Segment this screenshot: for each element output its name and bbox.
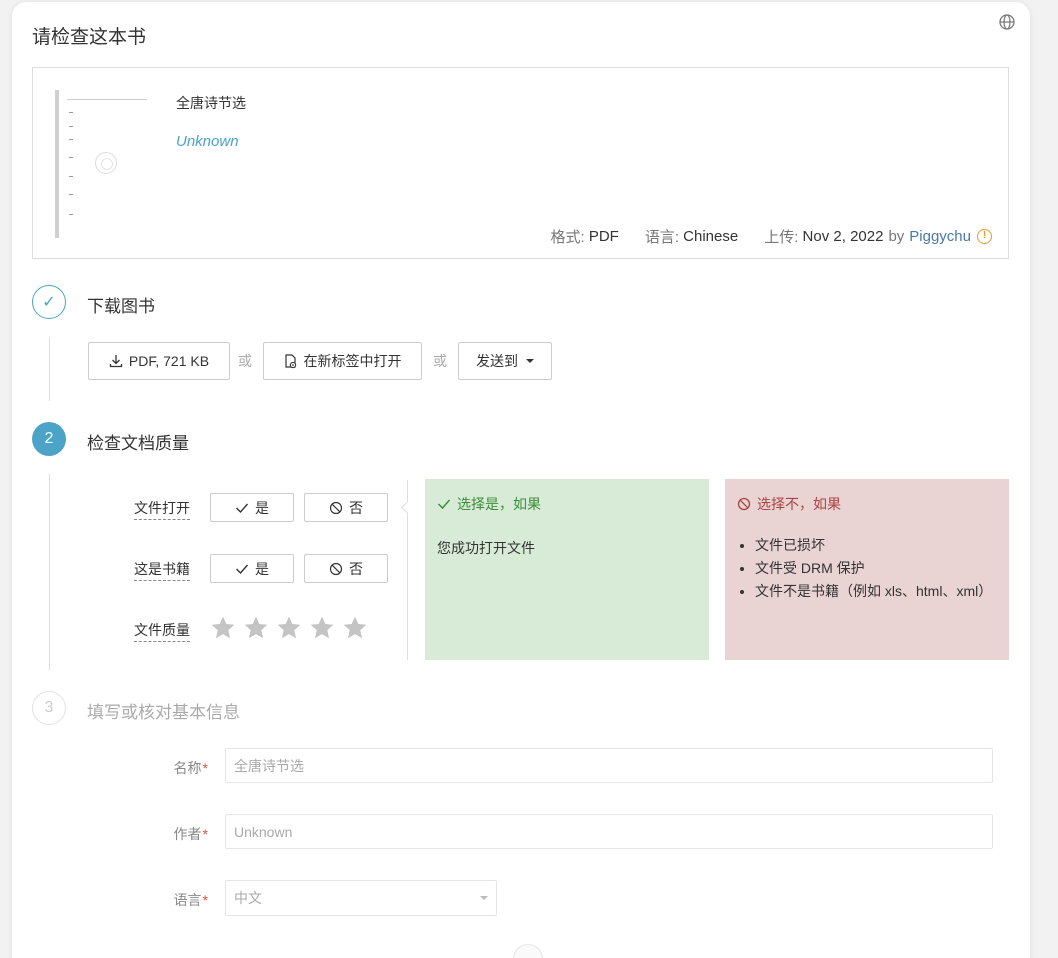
book-cover-thumbnail[interactable] — [53, 86, 153, 240]
book-author: Unknown — [176, 133, 239, 150]
name-input[interactable]: 全唐诗节选 — [225, 748, 993, 783]
language-label-text: 语言 — [173, 892, 202, 908]
name-label-text: 名称 — [173, 760, 202, 776]
check-icon — [236, 564, 249, 574]
step-2-number: 2 — [32, 422, 66, 456]
check-icon — [437, 499, 451, 510]
star-icon-5[interactable] — [342, 615, 368, 641]
language-field-label: 语言* — [140, 890, 208, 910]
no-reasons-list: 文件已损坏 文件受 DRM 保护 文件不是书籍（例如 xls、html、xml） — [737, 534, 997, 603]
quality-label: 文件质量 — [134, 620, 190, 642]
file-opens-yes-button[interactable]: 是 — [210, 493, 294, 522]
page-title: 请检查这本书 — [32, 27, 147, 48]
yes-label: 是 — [255, 560, 269, 577]
upload-label: 上传: — [764, 229, 799, 246]
file-view-icon — [284, 353, 296, 368]
step-2-line — [49, 474, 50, 670]
uploader-link[interactable]: Piggychu — [909, 228, 971, 245]
list-item: 文件已损坏 — [755, 534, 997, 557]
open-new-tab-label: 在新标签中打开 — [303, 353, 402, 369]
is-book-label: 这是书籍 — [134, 559, 190, 581]
or-label-2: 或 — [433, 353, 447, 369]
list-item: 文件受 DRM 保护 — [755, 557, 997, 580]
download-icon — [109, 355, 123, 368]
language-label: 语言: — [644, 229, 679, 246]
caret-down-icon — [526, 359, 534, 363]
is-book-yes-button[interactable]: 是 — [210, 554, 294, 583]
no-panel-heading-text: 选择不，如果 — [757, 496, 841, 512]
step-1-title: 下载图书 — [87, 297, 155, 316]
no-guidance-panel: 选择不，如果 文件已损坏 文件受 DRM 保护 文件不是书籍（例如 xls、ht… — [725, 479, 1009, 660]
yes-panel-heading: 选择是，如果 — [437, 494, 697, 514]
or-label-1: 或 — [238, 353, 252, 369]
globe-icon[interactable] — [998, 13, 1016, 31]
book-info-box: 全唐诗节选 Unknown 格式: PDF 语言: Chinese 上传: No… — [32, 67, 1009, 259]
star-icon-2[interactable] — [243, 615, 269, 641]
yes-guidance-panel: 选择是，如果 您成功打开文件 — [425, 479, 709, 660]
open-new-tab-button[interactable]: 在新标签中打开 — [263, 342, 422, 380]
star-icon-4[interactable] — [309, 615, 335, 641]
is-book-no-button[interactable]: 否 — [304, 554, 388, 583]
no-label: 否 — [349, 560, 363, 577]
star-icon-1[interactable] — [210, 615, 236, 641]
required-mark: * — [202, 892, 208, 908]
ban-icon — [737, 497, 751, 511]
ban-icon — [329, 501, 343, 514]
step-2-title: 检查文档质量 — [87, 434, 189, 453]
name-label: 名称* — [140, 758, 208, 778]
author-label: 作者* — [140, 824, 208, 844]
send-to-dropdown[interactable]: 发送到 — [458, 342, 552, 380]
seal-icon — [95, 152, 117, 174]
required-mark: * — [202, 826, 208, 842]
ban-icon — [329, 562, 343, 575]
send-to-label: 发送到 — [476, 353, 518, 369]
download-pdf-button[interactable]: PDF, 721 KB — [88, 342, 230, 380]
list-item: 文件不是书籍（例如 xls、html、xml） — [755, 580, 997, 603]
author-label-text: 作者 — [173, 826, 202, 842]
file-opens-label: 文件打开 — [134, 498, 190, 520]
no-label: 否 — [349, 499, 363, 516]
book-meta: 格式: PDF 语言: Chinese 上传: Nov 2, 2022 by P… — [550, 226, 992, 247]
check-icon — [236, 503, 249, 513]
author-input[interactable]: Unknown — [225, 814, 993, 849]
step-1-line — [49, 337, 50, 401]
by-label: by — [888, 228, 905, 245]
format-label: 格式: — [550, 229, 585, 246]
language-select-value: 中文 — [234, 890, 262, 906]
step-1-check-icon: ✓ — [32, 285, 66, 319]
star-icon-3[interactable] — [276, 615, 302, 641]
format-value: PDF — [588, 228, 619, 245]
step-3-number: 3 — [32, 691, 66, 725]
step-3-title: 填写或核对基本信息 — [87, 703, 240, 722]
no-panel-heading: 选择不，如果 — [737, 494, 997, 514]
yes-panel-heading-text: 选择是，如果 — [457, 496, 541, 512]
upload-date: Nov 2, 2022 — [802, 228, 884, 245]
warning-icon[interactable]: ! — [977, 229, 992, 244]
language-value: Chinese — [683, 228, 739, 245]
download-pdf-label: PDF, 721 KB — [128, 353, 210, 369]
quality-rating — [210, 615, 368, 641]
yes-panel-text: 您成功打开文件 — [437, 540, 535, 556]
caret-down-icon — [480, 896, 488, 900]
book-title: 全唐诗节选 — [176, 95, 246, 111]
yes-label: 是 — [255, 499, 269, 516]
language-select[interactable]: 中文 — [225, 880, 497, 916]
required-mark: * — [202, 760, 208, 776]
file-opens-no-button[interactable]: 否 — [304, 493, 388, 522]
